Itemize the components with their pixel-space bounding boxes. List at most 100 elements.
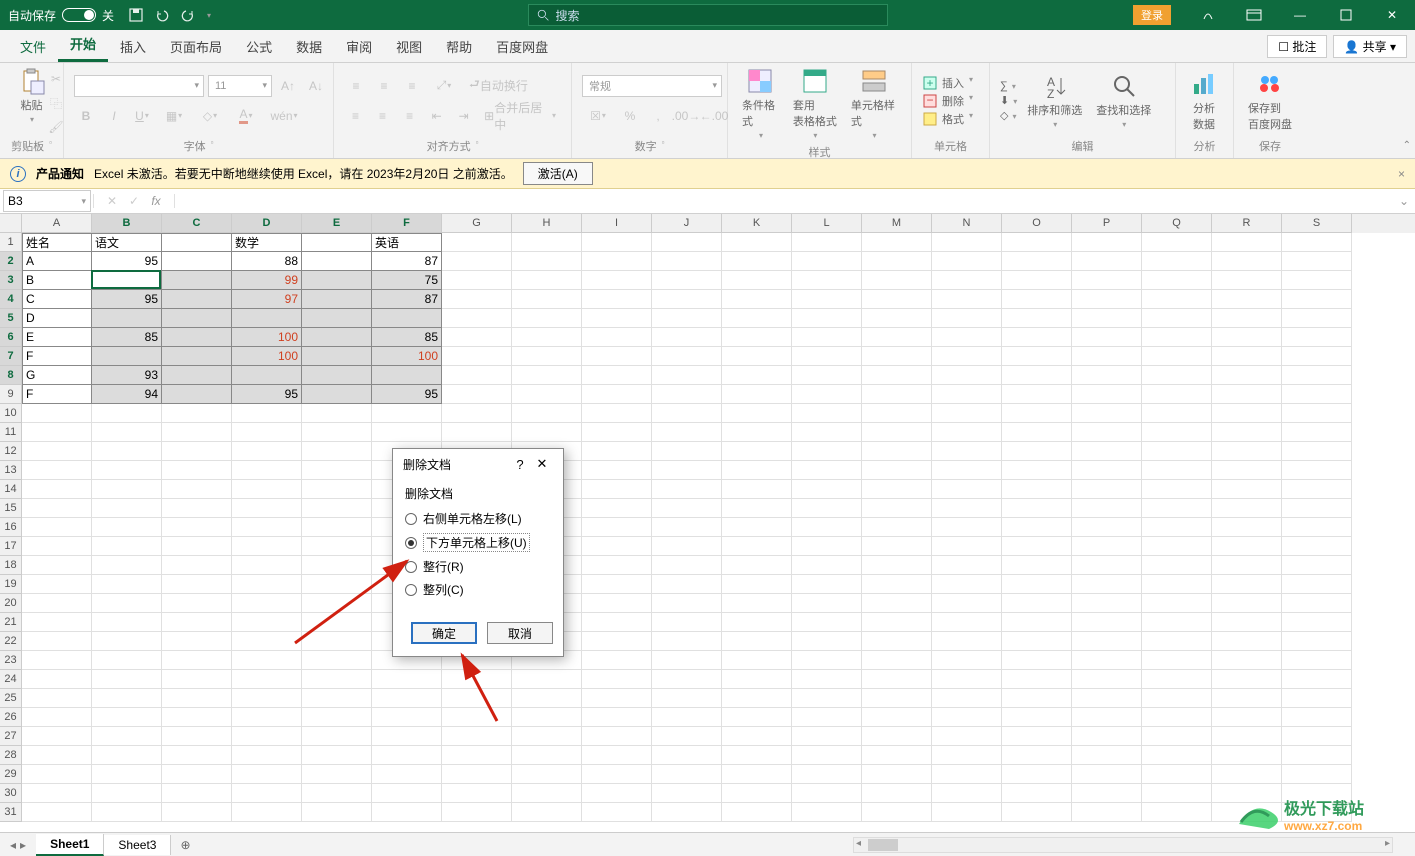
- cell[interactable]: [1002, 328, 1072, 347]
- cell[interactable]: [862, 271, 932, 290]
- cell[interactable]: [92, 613, 162, 632]
- cell[interactable]: [862, 746, 932, 765]
- cell[interactable]: [92, 651, 162, 670]
- cell[interactable]: [232, 556, 302, 575]
- cell[interactable]: [92, 537, 162, 556]
- cell[interactable]: [722, 651, 792, 670]
- autosave-toggle[interactable]: 自动保存 关: [8, 7, 114, 24]
- cell[interactable]: [22, 803, 92, 822]
- cell[interactable]: [1142, 708, 1212, 727]
- cell[interactable]: [862, 499, 932, 518]
- cell[interactable]: [862, 461, 932, 480]
- cell[interactable]: [652, 651, 722, 670]
- cell[interactable]: [862, 385, 932, 404]
- cell[interactable]: [1212, 271, 1282, 290]
- col-header-C[interactable]: C: [162, 214, 232, 233]
- col-header-O[interactable]: O: [1002, 214, 1072, 233]
- cell[interactable]: [862, 727, 932, 746]
- orientation-icon[interactable]: ⤢▾: [428, 75, 460, 97]
- cell[interactable]: [442, 233, 512, 252]
- name-box[interactable]: B3: [3, 190, 91, 212]
- row-header[interactable]: 12: [0, 442, 22, 461]
- cell[interactable]: [162, 328, 232, 347]
- row-header[interactable]: 24: [0, 670, 22, 689]
- cell[interactable]: [652, 727, 722, 746]
- cell[interactable]: [372, 708, 442, 727]
- cell[interactable]: [1212, 309, 1282, 328]
- cell[interactable]: [1282, 518, 1352, 537]
- cell[interactable]: [1212, 708, 1282, 727]
- row-header[interactable]: 28: [0, 746, 22, 765]
- cell[interactable]: [792, 328, 862, 347]
- cell[interactable]: [232, 746, 302, 765]
- cell[interactable]: [1212, 594, 1282, 613]
- cell[interactable]: [792, 689, 862, 708]
- row-header[interactable]: 17: [0, 537, 22, 556]
- cell[interactable]: [932, 537, 1002, 556]
- align-middle-icon[interactable]: ≡: [372, 75, 396, 97]
- cell[interactable]: [92, 594, 162, 613]
- cell[interactable]: [302, 708, 372, 727]
- cell[interactable]: [652, 423, 722, 442]
- row-header[interactable]: 4: [0, 290, 22, 309]
- cell[interactable]: [792, 575, 862, 594]
- cell[interactable]: [1142, 385, 1212, 404]
- cell[interactable]: [652, 252, 722, 271]
- cell[interactable]: [932, 746, 1002, 765]
- cell[interactable]: [162, 442, 232, 461]
- cell[interactable]: [582, 689, 652, 708]
- cell[interactable]: [1212, 537, 1282, 556]
- cell[interactable]: [162, 613, 232, 632]
- cell[interactable]: [1212, 670, 1282, 689]
- row-header[interactable]: 16: [0, 518, 22, 537]
- cell[interactable]: [932, 423, 1002, 442]
- cell[interactable]: [1142, 689, 1212, 708]
- cell[interactable]: [1282, 366, 1352, 385]
- cell[interactable]: [162, 404, 232, 423]
- row-header[interactable]: 2: [0, 252, 22, 271]
- cell[interactable]: A: [22, 252, 92, 271]
- cell[interactable]: 95: [92, 290, 162, 309]
- cell[interactable]: [1072, 404, 1142, 423]
- cell[interactable]: [232, 727, 302, 746]
- cell[interactable]: [932, 784, 1002, 803]
- cell[interactable]: [652, 670, 722, 689]
- cell[interactable]: [1072, 537, 1142, 556]
- cell[interactable]: [1072, 670, 1142, 689]
- cell[interactable]: [652, 480, 722, 499]
- cell[interactable]: [862, 328, 932, 347]
- cell[interactable]: 99: [232, 271, 302, 290]
- cell[interactable]: [22, 727, 92, 746]
- cell[interactable]: [442, 746, 512, 765]
- cell[interactable]: [232, 518, 302, 537]
- cell[interactable]: [1072, 803, 1142, 822]
- row-header[interactable]: 19: [0, 575, 22, 594]
- format-cells-button[interactable]: 格式▾: [922, 111, 973, 127]
- cell[interactable]: [1142, 309, 1212, 328]
- cell[interactable]: [1002, 632, 1072, 651]
- cell[interactable]: [722, 689, 792, 708]
- cell[interactable]: [652, 309, 722, 328]
- sheet-nav-next-icon[interactable]: ▸: [20, 838, 26, 852]
- redo-icon[interactable]: [180, 7, 196, 23]
- cell[interactable]: [1002, 499, 1072, 518]
- row-header[interactable]: 31: [0, 803, 22, 822]
- cell[interactable]: [792, 385, 862, 404]
- cell[interactable]: [652, 518, 722, 537]
- cell[interactable]: [722, 594, 792, 613]
- cell[interactable]: [1072, 727, 1142, 746]
- cell[interactable]: [302, 366, 372, 385]
- cell[interactable]: [792, 480, 862, 499]
- cell[interactable]: [652, 442, 722, 461]
- cell[interactable]: [1282, 480, 1352, 499]
- cell[interactable]: [652, 233, 722, 252]
- row-header[interactable]: 15: [0, 499, 22, 518]
- cell[interactable]: [512, 366, 582, 385]
- col-header-N[interactable]: N: [932, 214, 1002, 233]
- cell[interactable]: [1212, 651, 1282, 670]
- row-header[interactable]: 21: [0, 613, 22, 632]
- cell[interactable]: [512, 689, 582, 708]
- cell[interactable]: [92, 765, 162, 784]
- cell[interactable]: [92, 271, 162, 290]
- cell[interactable]: [92, 518, 162, 537]
